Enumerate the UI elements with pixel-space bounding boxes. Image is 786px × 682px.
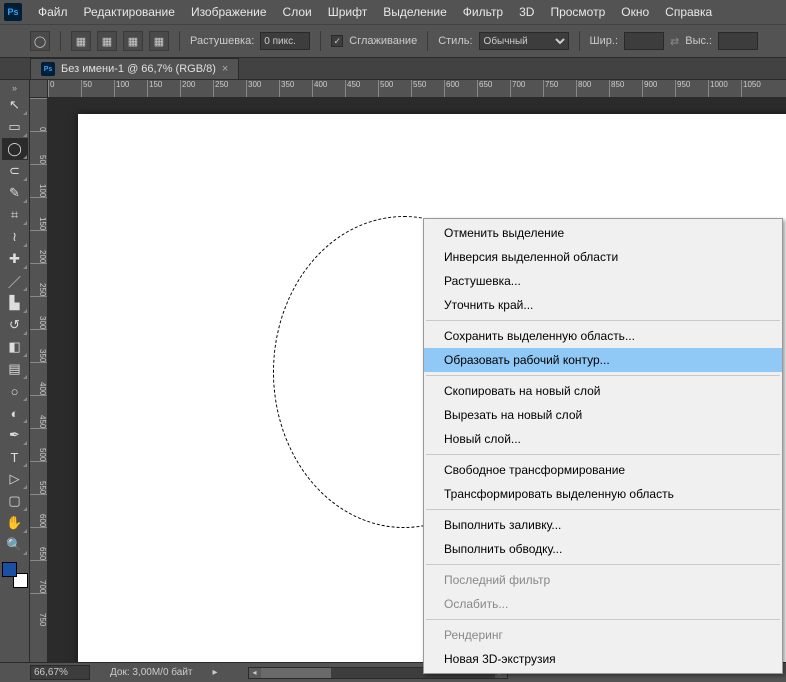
- scroll-left-icon[interactable]: ◂: [249, 668, 261, 678]
- subtract-selection-icon[interactable]: ▦: [123, 31, 143, 51]
- add-selection-icon[interactable]: ▦: [97, 31, 117, 51]
- ps-file-icon: Ps: [41, 62, 55, 76]
- context-выполнить-заливку-[interactable]: Выполнить заливку...: [424, 513, 782, 537]
- menu-справка[interactable]: Справка: [657, 1, 720, 23]
- context-menu: Отменить выделениеИнверсия выделенной об…: [423, 218, 783, 674]
- context-сохранить-выделенную-область-[interactable]: Сохранить выделенную область...: [424, 324, 782, 348]
- menu-просмотр[interactable]: Просмотр: [542, 1, 613, 23]
- toolbox: » ↖▭◯⊂✎⌗≀✚／▙↺◧▤○◐✒T▷▢✋🔍: [0, 80, 30, 662]
- style-select[interactable]: Обычный: [479, 32, 569, 50]
- ellipse-marquee-tool[interactable]: ◯: [2, 138, 28, 160]
- context-новый-слой-[interactable]: Новый слой...: [424, 427, 782, 451]
- menu-3d[interactable]: 3D: [511, 1, 542, 23]
- color-swatches[interactable]: [2, 562, 28, 588]
- document-tab[interactable]: Ps Без имени-1 @ 66,7% (RGB/8) ×: [30, 58, 239, 79]
- intersect-selection-icon[interactable]: ▦: [149, 31, 169, 51]
- quick-select-tool[interactable]: ✎: [2, 182, 28, 204]
- crop-tool[interactable]: ⌗: [2, 204, 28, 226]
- context-уточнить-край-[interactable]: Уточнить край...: [424, 293, 782, 317]
- brush-tool[interactable]: ／: [2, 270, 28, 292]
- move-tool[interactable]: ↖: [2, 94, 28, 116]
- context-образовать-рабочий-контур-[interactable]: Образовать рабочий контур...: [424, 348, 782, 372]
- context-новая-3d-экструзия[interactable]: Новая 3D-экструзия: [424, 647, 782, 671]
- feather-input[interactable]: [260, 32, 310, 50]
- context-скопировать-на-новый-слой[interactable]: Скопировать на новый слой: [424, 379, 782, 403]
- pen-tool[interactable]: ✒: [2, 424, 28, 446]
- ruler-horizontal[interactable]: 0501001502002503003504004505005506006507…: [48, 80, 786, 98]
- marquee-tool[interactable]: ▭: [2, 116, 28, 138]
- context-инверсия-выделенной-области[interactable]: Инверсия выделенной области: [424, 245, 782, 269]
- height-input[interactable]: [718, 32, 758, 50]
- dodge-tool[interactable]: ◐: [2, 402, 28, 424]
- antialias-checkbox[interactable]: ✓: [331, 35, 343, 47]
- context-последний-фильтр: Последний фильтр: [424, 568, 782, 592]
- menu-выделение[interactable]: Выделение: [375, 1, 455, 23]
- width-input[interactable]: [624, 32, 664, 50]
- close-tab-icon[interactable]: ×: [222, 63, 228, 75]
- ruler-vertical[interactable]: 0501001502002503003504004505005506006507…: [30, 98, 48, 662]
- context-ослабить-: Ослабить...: [424, 592, 782, 616]
- context-рендеринг: Рендеринг: [424, 623, 782, 647]
- menu-bar: Ps ФайлРедактированиеИзображениеСлоиШриф…: [0, 0, 786, 24]
- document-tab-row: Ps Без имени-1 @ 66,7% (RGB/8) ×: [0, 58, 786, 80]
- zoom-input[interactable]: [30, 665, 90, 680]
- context-растушевка-[interactable]: Растушевка...: [424, 269, 782, 293]
- foreground-swatch[interactable]: [2, 562, 17, 577]
- menu-фильтр[interactable]: Фильтр: [455, 1, 511, 23]
- doc-info-arrow-icon[interactable]: ▸: [213, 667, 218, 678]
- eyedropper-tool[interactable]: ≀: [2, 226, 28, 248]
- lasso-tool[interactable]: ⊂: [2, 160, 28, 182]
- history-brush-tool[interactable]: ↺: [2, 314, 28, 336]
- scroll-thumb[interactable]: [261, 668, 331, 678]
- shape-tool[interactable]: ▢: [2, 490, 28, 512]
- ruler-corner: [30, 80, 48, 98]
- type-tool[interactable]: T: [2, 446, 28, 468]
- path-select-tool[interactable]: ▷: [2, 468, 28, 490]
- context-трансформировать-выделенную-область[interactable]: Трансформировать выделенную область: [424, 482, 782, 506]
- hand-tool[interactable]: ✋: [2, 512, 28, 534]
- menu-окно[interactable]: Окно: [613, 1, 657, 23]
- menu-изображение[interactable]: Изображение: [183, 1, 275, 23]
- context-выполнить-обводку-[interactable]: Выполнить обводку...: [424, 537, 782, 561]
- swap-dim-icon[interactable]: ⇄: [670, 35, 679, 48]
- tool-preset-icon[interactable]: ◯: [30, 31, 50, 51]
- zoom-tool[interactable]: 🔍: [2, 534, 28, 556]
- healing-tool[interactable]: ✚: [2, 248, 28, 270]
- context-вырезать-на-новый-слой[interactable]: Вырезать на новый слой: [424, 403, 782, 427]
- stamp-tool[interactable]: ▙: [2, 292, 28, 314]
- document-title: Без имени-1 @ 66,7% (RGB/8): [61, 63, 216, 75]
- style-label: Стиль:: [438, 35, 472, 47]
- gradient-tool[interactable]: ▤: [2, 358, 28, 380]
- height-label: Выс.:: [685, 35, 712, 47]
- blur-tool[interactable]: ○: [2, 380, 28, 402]
- menu-шрифт[interactable]: Шрифт: [320, 1, 375, 23]
- doc-info: Док: 3,00M/0 байт: [110, 667, 193, 678]
- toolbox-expand-icon[interactable]: »: [2, 82, 28, 94]
- context-свободное-трансформирование[interactable]: Свободное трансформирование: [424, 458, 782, 482]
- menu-редактирование[interactable]: Редактирование: [76, 1, 183, 23]
- feather-label: Растушевка:: [190, 35, 254, 47]
- antialias-label: Сглаживание: [349, 35, 417, 47]
- menu-файл[interactable]: Файл: [30, 1, 76, 23]
- menu-слои[interactable]: Слои: [275, 1, 320, 23]
- eraser-tool[interactable]: ◧: [2, 336, 28, 358]
- app-logo: Ps: [4, 3, 22, 21]
- new-selection-icon[interactable]: ▦: [71, 31, 91, 51]
- options-bar: ◯ ▦ ▦ ▦ ▦ Растушевка: ✓ Сглаживание Стил…: [0, 24, 786, 58]
- width-label: Шир.:: [590, 35, 618, 47]
- context-отменить-выделение[interactable]: Отменить выделение: [424, 221, 782, 245]
